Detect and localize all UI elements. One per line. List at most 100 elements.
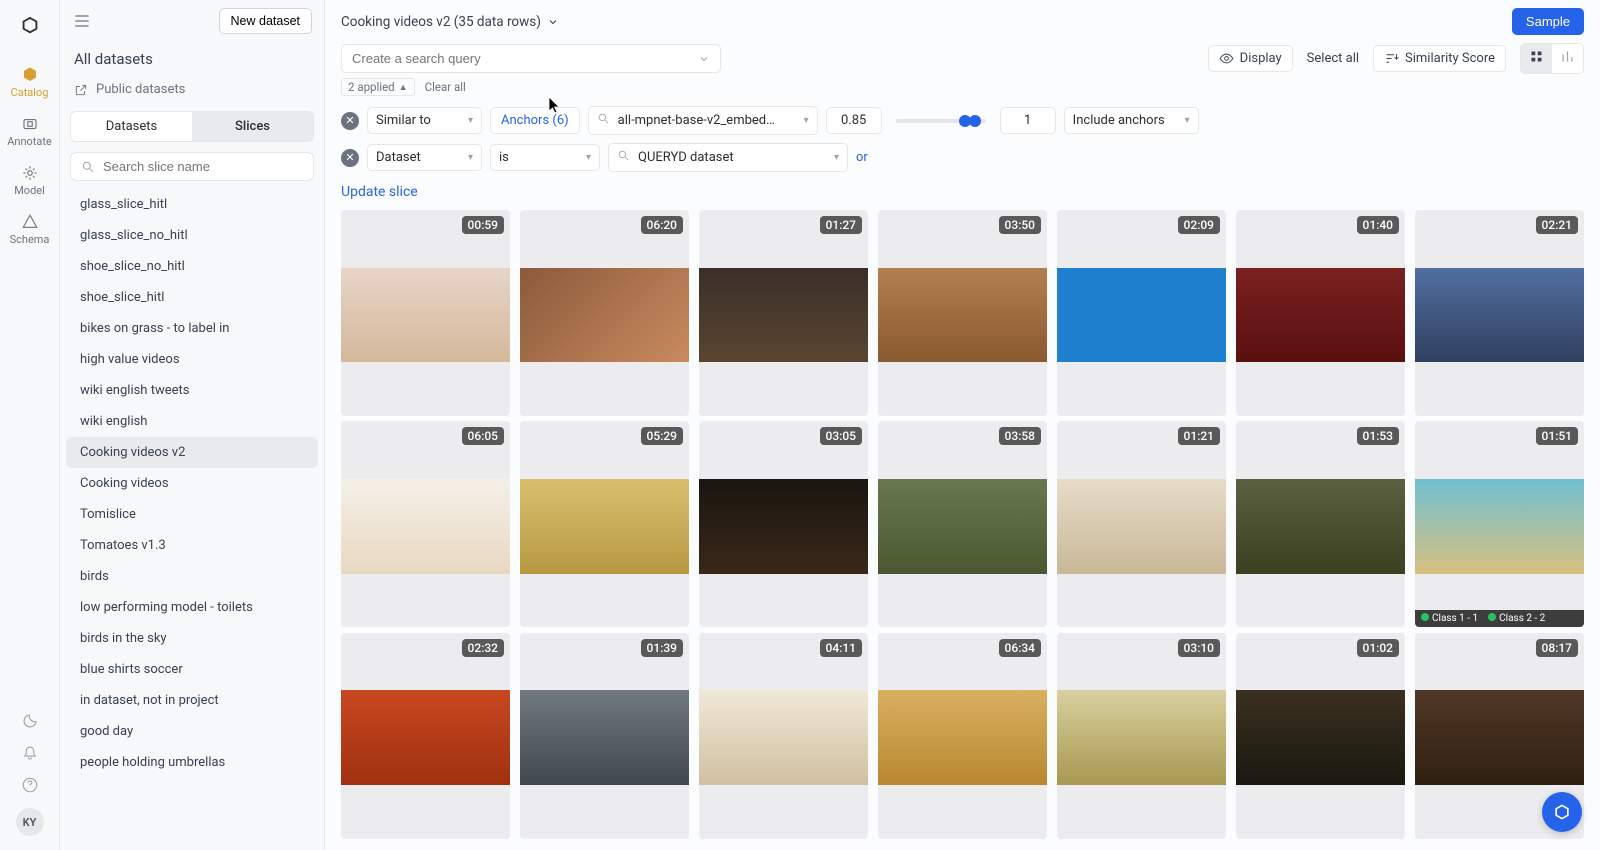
bell-icon[interactable] — [21, 744, 39, 762]
public-datasets-link[interactable]: Public datasets — [60, 78, 324, 111]
search-query[interactable] — [341, 44, 721, 73]
new-dataset-button[interactable]: New dataset — [219, 8, 312, 34]
video-card[interactable]: 03:10 — [1057, 633, 1226, 839]
public-datasets-label: Public datasets — [96, 82, 185, 97]
video-card[interactable]: 05:29 — [520, 421, 689, 627]
video-card[interactable]: 00:59 — [341, 210, 510, 416]
menu-icon[interactable] — [72, 11, 92, 31]
video-card[interactable]: 01:51Class 1 - 1Class 2 - 2 — [1415, 421, 1584, 627]
user-avatar[interactable]: KY — [16, 808, 44, 836]
video-card[interactable]: 01:02 — [1236, 633, 1405, 839]
video-card[interactable]: 03:50 — [878, 210, 1047, 416]
limit-input[interactable]: 1 — [1000, 107, 1056, 134]
select-all-link[interactable]: Select all — [1307, 51, 1359, 66]
view-chart[interactable] — [1552, 44, 1583, 73]
slice-item[interactable]: glass_slice_no_hitl — [66, 220, 318, 251]
slice-item[interactable]: in dataset, not in project — [66, 685, 318, 716]
slice-item[interactable]: wiki english tweets — [66, 375, 318, 406]
slice-search-input[interactable] — [103, 159, 303, 174]
dataset-value-select[interactable]: QUERYD dataset▾ — [608, 143, 848, 172]
filter-field-select[interactable]: Similar to▾ — [367, 107, 482, 134]
video-card[interactable]: 04:11 — [699, 633, 868, 839]
rail-model[interactable]: Model — [6, 158, 54, 203]
filter-field-label: Dataset — [376, 150, 421, 165]
sample-button[interactable]: Sample — [1512, 8, 1584, 35]
video-card[interactable]: 01:21 — [1057, 421, 1226, 627]
video-card[interactable]: 02:21 — [1415, 210, 1584, 416]
slice-item[interactable]: birds in the sky — [66, 623, 318, 654]
search-query-input[interactable] — [352, 51, 698, 66]
video-duration: 03:10 — [1178, 639, 1220, 657]
rail-annotate[interactable]: Annotate — [6, 109, 54, 154]
slice-item[interactable]: people holding umbrellas — [66, 747, 318, 778]
filter-row-2: ✕ Dataset▾ is▾ QUERYD dataset▾ or — [341, 143, 1584, 172]
filter-field-select[interactable]: Dataset▾ — [367, 144, 482, 171]
view-grid[interactable] — [1521, 44, 1552, 73]
video-duration: 02:09 — [1178, 216, 1220, 234]
threshold-slider[interactable] — [896, 119, 986, 123]
display-button[interactable]: Display — [1208, 45, 1293, 72]
video-duration: 03:50 — [999, 216, 1041, 234]
fab-button[interactable] — [1542, 792, 1582, 832]
video-card[interactable]: 06:20 — [520, 210, 689, 416]
video-duration: 05:29 — [641, 427, 683, 445]
include-anchors-select[interactable]: Include anchors▾ — [1064, 107, 1199, 134]
display-label: Display — [1240, 51, 1282, 66]
slice-item[interactable]: shoe_slice_hitl — [66, 282, 318, 313]
applied-filters[interactable]: 2 applied▲ — [341, 78, 415, 96]
slice-item[interactable]: shoe_slice_no_hitl — [66, 251, 318, 282]
slice-item[interactable]: Cooking videos v2 — [66, 437, 318, 468]
video-card[interactable]: 02:09 — [1057, 210, 1226, 416]
video-duration: 01:02 — [1357, 639, 1399, 657]
remove-filter-button[interactable]: ✕ — [341, 149, 359, 167]
dataset-title[interactable]: Cooking videos v2 (35 data rows) — [341, 14, 559, 30]
clear-all-link[interactable]: Clear all — [425, 80, 466, 94]
tab-slices[interactable]: Slices — [192, 112, 313, 141]
slice-item[interactable]: bikes on grass - to label in — [66, 313, 318, 344]
video-card[interactable]: 06:05 — [341, 421, 510, 627]
slice-item[interactable]: birds — [66, 561, 318, 592]
rail-schema[interactable]: Schema — [6, 207, 54, 252]
video-card[interactable]: 01:53 — [1236, 421, 1405, 627]
threshold-input[interactable]: 0.85 — [826, 107, 882, 134]
video-card[interactable]: 03:05 — [699, 421, 868, 627]
rail-label: Model — [14, 184, 45, 197]
video-card[interactable]: 02:32 — [341, 633, 510, 839]
nav-rail: Catalog Annotate Model Schema KY — [0, 0, 60, 850]
video-card[interactable]: 01:40 — [1236, 210, 1405, 416]
video-card[interactable]: 01:39 — [520, 633, 689, 839]
video-card[interactable]: 01:27 — [699, 210, 868, 416]
video-duration: 03:58 — [999, 427, 1041, 445]
slice-item[interactable]: good day — [66, 716, 318, 747]
tab-datasets[interactable]: Datasets — [71, 112, 192, 141]
video-duration: 06:20 — [641, 216, 683, 234]
sidebar: New dataset All datasets Public datasets… — [60, 0, 325, 850]
video-thumbnail — [1236, 479, 1405, 574]
video-card[interactable]: 03:58 — [878, 421, 1047, 627]
slice-item[interactable]: low performing model - toilets — [66, 592, 318, 623]
rail-catalog[interactable]: Catalog — [6, 60, 54, 105]
video-duration: 08:17 — [1536, 639, 1578, 657]
video-duration: 03:05 — [820, 427, 862, 445]
anchors-button[interactable]: Anchors (6) — [490, 107, 580, 134]
app-logo[interactable] — [14, 10, 46, 42]
logic-or[interactable]: or — [856, 150, 868, 165]
update-slice-link[interactable]: Update slice — [325, 178, 1600, 210]
similarity-button[interactable]: Similarity Score — [1373, 45, 1506, 72]
video-thumbnail — [520, 690, 689, 785]
slice-item[interactable]: Tomatoes v1.3 — [66, 530, 318, 561]
slice-item[interactable]: Cooking videos — [66, 468, 318, 499]
slice-item[interactable]: blue shirts soccer — [66, 654, 318, 685]
slice-item[interactable]: glass_slice_hitl — [66, 189, 318, 220]
remove-filter-button[interactable]: ✕ — [341, 112, 359, 130]
moon-icon[interactable] — [21, 712, 39, 730]
search-icon — [617, 149, 630, 162]
slice-search[interactable] — [70, 152, 314, 181]
slice-item[interactable]: wiki english — [66, 406, 318, 437]
embedding-select[interactable]: all-mpnet-base-v2_embed…▾ — [588, 106, 818, 135]
help-icon[interactable] — [21, 776, 39, 794]
slice-item[interactable]: high value videos — [66, 344, 318, 375]
operator-select[interactable]: is▾ — [490, 144, 600, 171]
slice-item[interactable]: Tomislice — [66, 499, 318, 530]
video-card[interactable]: 06:34 — [878, 633, 1047, 839]
